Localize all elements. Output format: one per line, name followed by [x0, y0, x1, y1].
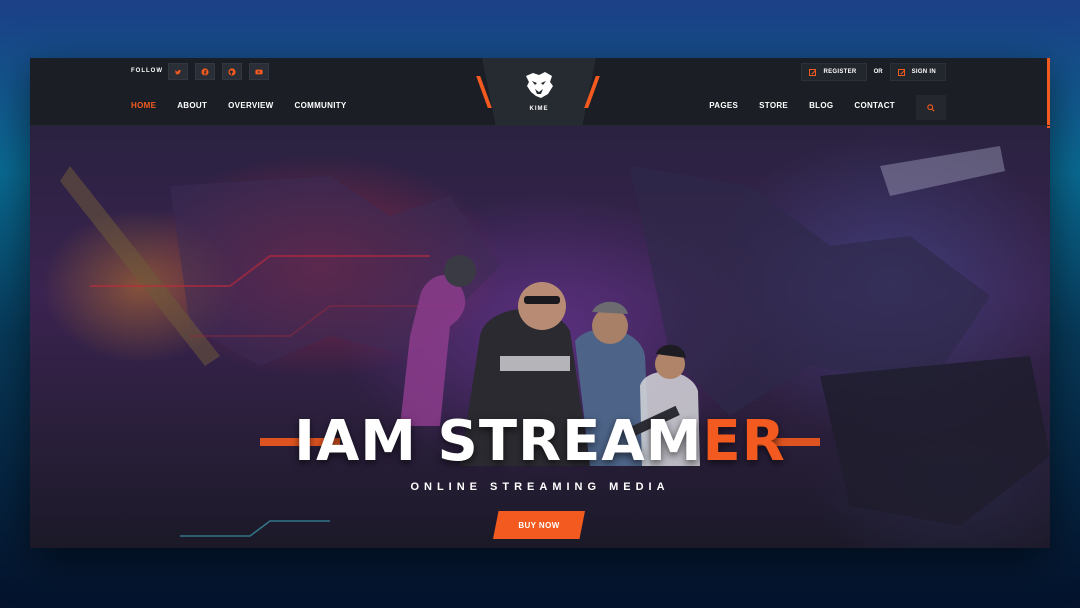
twitter-icon [174, 69, 182, 75]
main-nav-right: PAGES STORE BLOG CONTACT [709, 101, 895, 110]
twitter-button[interactable] [168, 63, 188, 80]
follow-label: FOLLOW [131, 68, 163, 74]
auth-links: REGISTER OR SIGN IN [801, 63, 946, 81]
hero-title-white: IAM STREAM [294, 409, 703, 474]
buy-now-button[interactable]: BUY NOW [493, 511, 585, 539]
tiger-logo-icon [526, 72, 553, 98]
nav-blog[interactable]: BLOG [809, 101, 833, 110]
search-button[interactable] [916, 95, 946, 120]
nav-contact[interactable]: CONTACT [854, 101, 895, 110]
github-icon [228, 67, 236, 76]
nav-community[interactable]: COMMUNITY [295, 101, 347, 110]
signin-label: SIGN IN [911, 69, 936, 75]
signin-button[interactable]: SIGN IN [889, 63, 946, 81]
search-icon [927, 103, 935, 112]
youtube-icon [255, 69, 263, 74]
browser-frame: FOLLOW HOME ABOUT OVERVIEW COMMUNITY PAG… [30, 58, 1050, 548]
logo[interactable]: KIME [470, 58, 608, 126]
logo-text: KIME [529, 106, 549, 112]
accent-bar [1047, 58, 1050, 128]
nav-about[interactable]: ABOUT [177, 101, 207, 110]
hero-title: IAM STREAMER [30, 409, 1050, 474]
register-button[interactable]: REGISTER [801, 63, 867, 81]
nav-overview[interactable]: OVERVIEW [228, 101, 273, 110]
nav-store[interactable]: STORE [759, 101, 788, 110]
youtube-button[interactable] [249, 63, 269, 80]
social-links [168, 63, 269, 80]
github-button[interactable] [222, 63, 242, 80]
hero-subtitle: ONLINE STREAMING MEDIA [410, 481, 670, 493]
edit-icon [809, 68, 817, 76]
edit-icon [897, 68, 905, 76]
hero-section: IAM STREAMER ONLINE STREAMING MEDIA BUY … [30, 126, 1050, 548]
or-label: OR [873, 69, 883, 75]
nav-pages[interactable]: PAGES [709, 101, 738, 110]
register-label: REGISTER [823, 69, 857, 75]
nav-home[interactable]: HOME [131, 101, 156, 110]
main-nav-left: HOME ABOUT OVERVIEW COMMUNITY [131, 101, 347, 110]
facebook-icon [201, 67, 209, 76]
facebook-button[interactable] [195, 63, 215, 80]
hero-title-orange: ER [702, 409, 786, 474]
